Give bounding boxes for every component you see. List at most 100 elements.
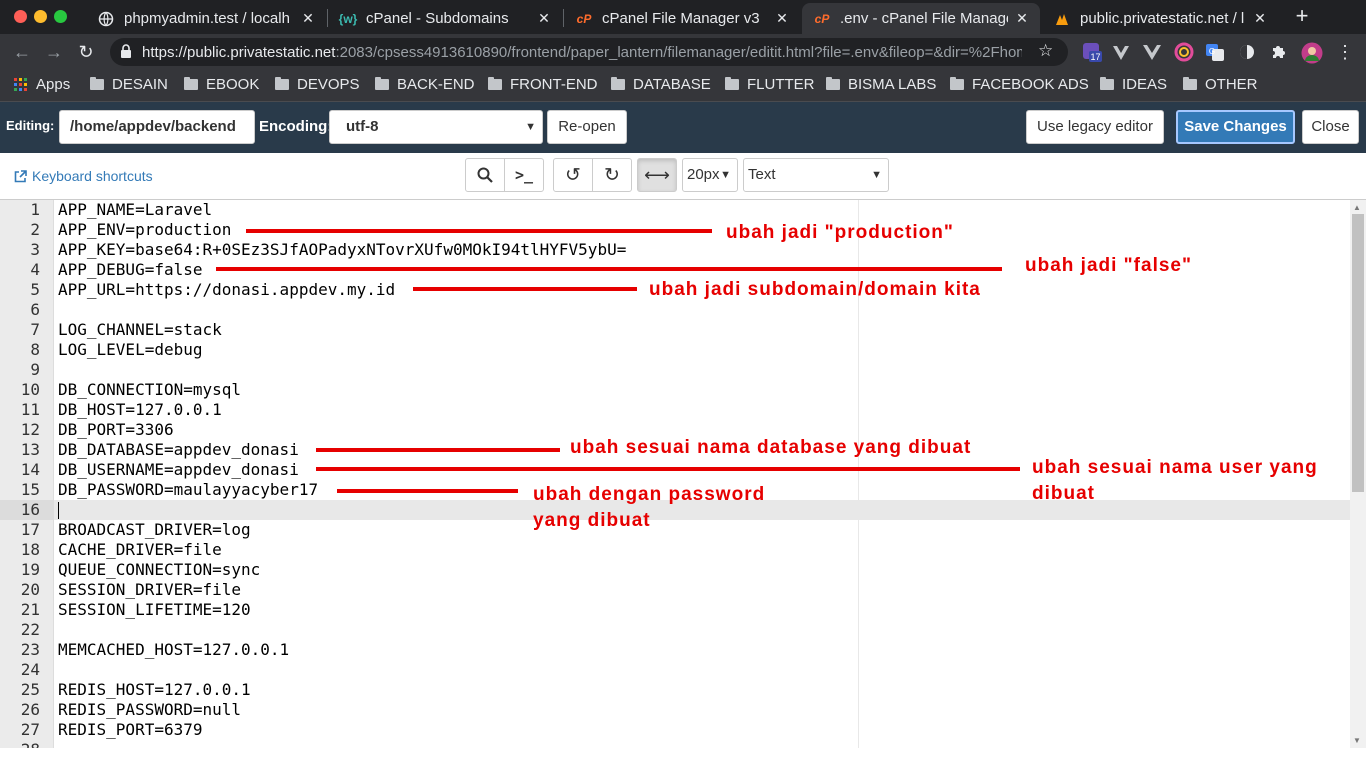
close-tab-icon[interactable]: ✕ [1014, 10, 1030, 27]
browser-menu-icon[interactable]: ⋮ [1334, 41, 1356, 63]
minimize-window-button[interactable] [34, 10, 47, 23]
save-changes-button[interactable]: Save Changes [1176, 110, 1295, 144]
code-line[interactable]: 19 QUEUE_CONNECTION=sync [0, 560, 1350, 580]
line-number: 19 [20, 560, 40, 579]
extension-dark-mode-icon[interactable] [1237, 42, 1257, 62]
code-line[interactable]: 7 LOG_CHANNEL=stack [0, 320, 1350, 340]
code-line[interactable]: 6 [0, 300, 1350, 320]
font-size-select[interactable]: 20px ▼ [682, 158, 738, 192]
extension-calendar-icon[interactable]: 17 [1082, 42, 1102, 62]
code-text: APP_NAME=Laravel [58, 200, 213, 219]
browser-tab[interactable]: cP cPanel File Manager v3 ✕ [564, 3, 800, 34]
bookmark-folder[interactable]: EBOOK [184, 76, 259, 93]
terminal-icon: >_ [514, 166, 534, 184]
forward-icon[interactable]: → [43, 41, 65, 63]
browser-tab[interactable]: {w} cPanel - Subdomains ✕ [328, 3, 562, 34]
code-text: SESSION_DRIVER=file [58, 580, 242, 599]
keyboard-shortcuts-link[interactable]: Keyboard shortcuts [14, 168, 153, 184]
bookmark-folder[interactable]: FRONT-END [488, 76, 598, 93]
new-tab-button[interactable]: + [1290, 5, 1314, 29]
back-icon[interactable]: ← [11, 41, 33, 63]
browser-tab[interactable]: public.privatestatic.net / l ✕ [1042, 3, 1278, 34]
syntax-mode-select[interactable]: Text ▼ [743, 158, 889, 192]
extension-color-icon[interactable] [1174, 42, 1194, 62]
file-path-field[interactable]: /home/appdev/backend [59, 110, 255, 144]
extension-vue-icon[interactable] [1142, 42, 1162, 62]
line-number: 9 [30, 360, 40, 379]
bookmark-folder[interactable]: FLUTTER [725, 76, 815, 93]
code-line[interactable]: 8 LOG_LEVEL=debug [0, 340, 1350, 360]
go-to-line-button[interactable]: >_ [504, 158, 544, 192]
bookmark-label: DATABASE [633, 76, 711, 93]
search-button[interactable] [465, 158, 505, 192]
code-line[interactable]: 20 SESSION_DRIVER=file [0, 580, 1350, 600]
code-line[interactable]: 25 REDIS_HOST=127.0.0.1 [0, 680, 1350, 700]
close-window-button[interactable] [14, 10, 27, 23]
code-line[interactable]: 9 [0, 360, 1350, 380]
extension-translate-icon[interactable]: G [1205, 42, 1225, 62]
scroll-down-icon[interactable]: ▼ [1353, 736, 1361, 745]
reload-icon[interactable]: ↻ [75, 41, 97, 63]
bookmark-folder[interactable]: BISMA LABS [826, 76, 936, 93]
code-text: APP_ENV=production [58, 220, 232, 239]
code-line[interactable]: 10 DB_CONNECTION=mysql [0, 380, 1350, 400]
code-line[interactable]: 22 [0, 620, 1350, 640]
address-bar[interactable]: https://public.privatestatic.net:2083/cp… [110, 38, 1068, 66]
redo-button[interactable]: ↻ [592, 158, 632, 192]
close-tab-icon[interactable]: ✕ [774, 10, 790, 27]
bookmark-star-icon[interactable]: ☆ [1038, 41, 1053, 61]
chevron-down-icon: ▼ [871, 169, 882, 181]
code-line[interactable]: 11 DB_HOST=127.0.0.1 [0, 400, 1350, 420]
code-line[interactable]: 24 [0, 660, 1350, 680]
code-line[interactable]: 27 REDIS_PORT=6379 [0, 720, 1350, 740]
annotation-text: ubah jadi "production" [726, 222, 954, 243]
browser-tab[interactable]: phpmyadmin.test / localh ✕ [86, 3, 326, 34]
encoding-select[interactable]: utf-8 ▼ [329, 110, 543, 144]
url-path: :2083/cpsess4913610890/frontend/paper_la… [335, 44, 1022, 61]
bookmark-folder[interactable]: DEVOPS [275, 76, 360, 93]
undo-button[interactable]: ↺ [553, 158, 593, 192]
bookmark-label: Apps [36, 76, 71, 93]
apps-grid-icon [14, 77, 28, 92]
code-line[interactable]: 23 MEMCACHED_HOST=127.0.0.1 [0, 640, 1350, 660]
code-line[interactable]: 28 [0, 740, 1350, 748]
code-line[interactable]: 18 CACHE_DRIVER=file [0, 540, 1350, 560]
extensions-puzzle-icon[interactable] [1269, 42, 1289, 62]
bookmark-folder[interactable]: BACK-END [375, 76, 475, 93]
encoding-value: utf-8 [346, 118, 379, 135]
url-text: https://public.privatestatic.net:2083/cp… [142, 44, 1022, 61]
bookmark-apps[interactable]: Apps [14, 76, 70, 93]
profile-avatar-icon[interactable] [1301, 42, 1323, 64]
line-number: 6 [30, 300, 40, 319]
legacy-editor-button[interactable]: Use legacy editor [1026, 110, 1164, 144]
code-text: QUEUE_CONNECTION=sync [58, 560, 261, 579]
bookmark-folder[interactable]: DESAIN [90, 76, 168, 93]
code-text: SESSION_LIFETIME=120 [58, 600, 251, 619]
close-tab-icon[interactable]: ✕ [300, 10, 316, 27]
scrollbar-thumb[interactable] [1352, 214, 1364, 492]
vertical-scrollbar[interactable]: ▲ ▼ [1350, 200, 1366, 748]
code-editor[interactable]: 1 APP_NAME=Laravel 2 APP_ENV=production 3 APP… [0, 199, 1366, 748]
svg-text:17: 17 [1090, 52, 1100, 62]
reopen-button[interactable]: Re-open [547, 110, 627, 144]
close-button[interactable]: Close [1302, 110, 1359, 144]
word-wrap-toggle[interactable]: ⟷ [637, 158, 677, 192]
extension-vuetify-icon[interactable] [1111, 42, 1131, 62]
code-line[interactable]: 21 SESSION_LIFETIME=120 [0, 600, 1350, 620]
code-line[interactable]: 1 APP_NAME=Laravel [0, 200, 1350, 220]
bookmark-folder[interactable]: FACEBOOK ADS [950, 76, 1089, 93]
code-line[interactable]: 26 REDIS_PASSWORD=null [0, 700, 1350, 720]
bookmark-folder[interactable]: DATABASE [611, 76, 711, 93]
scroll-up-icon[interactable]: ▲ [1353, 203, 1361, 212]
close-tab-icon[interactable]: ✕ [1252, 10, 1268, 27]
bookmark-label: FACEBOOK ADS [972, 76, 1089, 93]
line-number: 18 [20, 540, 40, 559]
maximize-window-button[interactable] [54, 10, 67, 23]
code-text: CACHE_DRIVER=file [58, 540, 222, 559]
search-icon [477, 167, 493, 183]
bookmark-folder[interactable]: IDEAS [1100, 76, 1167, 93]
browser-tab-active[interactable]: cP .env - cPanel File Manager ✕ [802, 3, 1040, 34]
bookmark-folder[interactable]: OTHER [1183, 76, 1258, 93]
close-tab-icon[interactable]: ✕ [536, 10, 552, 27]
line-number: 8 [30, 340, 40, 359]
